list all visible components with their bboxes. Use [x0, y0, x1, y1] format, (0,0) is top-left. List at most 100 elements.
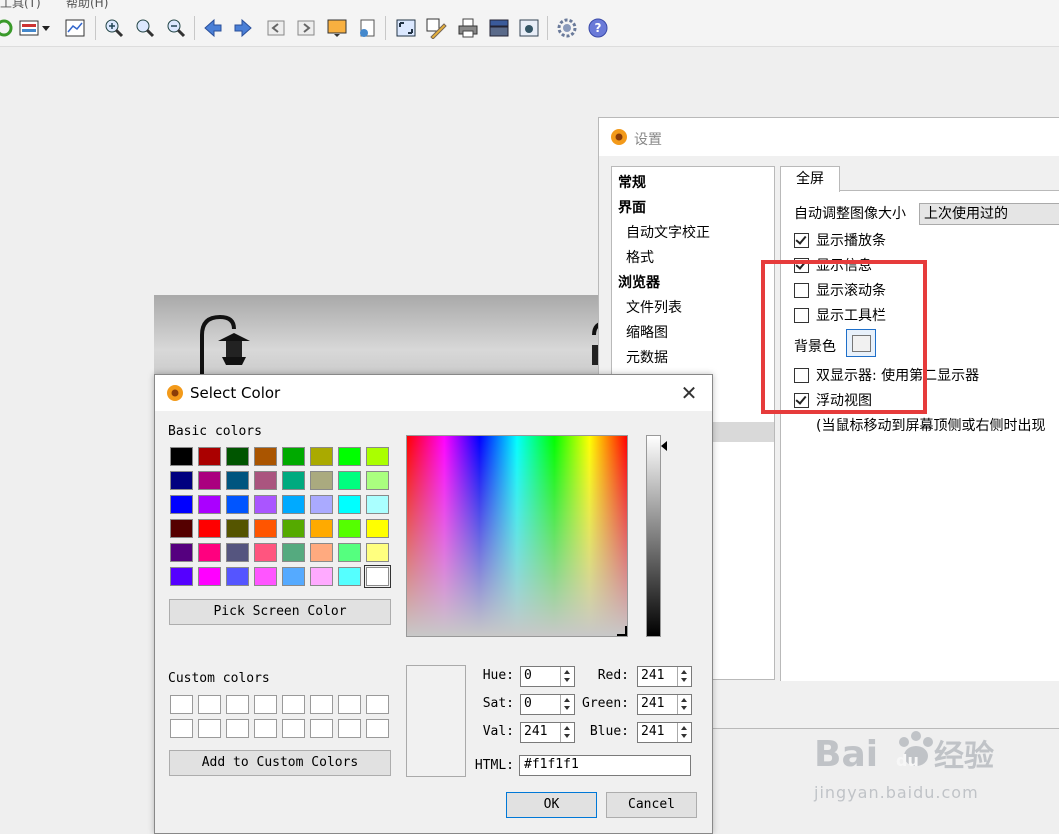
basic-color-swatch[interactable]: [338, 471, 361, 490]
basic-color-swatch[interactable]: [366, 543, 389, 562]
hue-spinbox[interactable]: 0: [520, 666, 575, 687]
custom-color-swatch[interactable]: [198, 695, 221, 714]
basic-color-swatch[interactable]: [198, 543, 221, 562]
basic-color-swatch[interactable]: [282, 495, 305, 514]
menu-help[interactable]: 帮助(H): [66, 0, 108, 10]
custom-color-swatch[interactable]: [282, 695, 305, 714]
custom-color-swatch[interactable]: [338, 719, 361, 738]
basic-color-swatch[interactable]: [282, 471, 305, 490]
basic-color-swatch[interactable]: [170, 567, 193, 586]
basic-color-swatch[interactable]: [198, 567, 221, 586]
tab-fullscreen[interactable]: 全屏: [780, 166, 840, 192]
green-spinbox[interactable]: 241: [637, 694, 692, 715]
basic-color-swatch[interactable]: [338, 447, 361, 466]
zoom-in-icon[interactable]: [102, 16, 126, 40]
show-playbar-checkbox[interactable]: [794, 233, 809, 248]
basic-color-swatch[interactable]: [282, 567, 305, 586]
basic-color-swatch[interactable]: [282, 543, 305, 562]
basic-color-swatch[interactable]: [226, 447, 249, 466]
page-back-icon[interactable]: [264, 16, 288, 40]
window-layout-icon[interactable]: [17, 16, 41, 40]
scanner-icon[interactable]: [487, 16, 511, 40]
category-file-list[interactable]: 文件列表: [626, 297, 682, 317]
basic-color-swatch[interactable]: [170, 519, 193, 538]
basic-color-swatch[interactable]: [310, 519, 333, 538]
blue-spinbox[interactable]: 241: [637, 722, 692, 743]
category-general[interactable]: 常规: [618, 172, 646, 192]
category-metadata[interactable]: 元数据: [626, 347, 668, 367]
custom-color-swatch[interactable]: [310, 695, 333, 714]
cancel-button[interactable]: Cancel: [606, 792, 697, 818]
basic-color-swatch[interactable]: [310, 495, 333, 514]
custom-color-swatch[interactable]: [366, 719, 389, 738]
arrow-right-icon[interactable]: [231, 16, 255, 40]
basic-color-swatch[interactable]: [254, 495, 277, 514]
basic-color-swatch[interactable]: [198, 471, 221, 490]
red-spinbox[interactable]: 241: [637, 666, 692, 687]
basic-color-swatch[interactable]: [366, 447, 389, 466]
file-info-icon[interactable]: [355, 16, 379, 40]
basic-color-swatch[interactable]: [254, 471, 277, 490]
custom-color-swatch[interactable]: [254, 719, 277, 738]
pick-screen-color-button[interactable]: Pick Screen Color: [169, 599, 391, 625]
edit-icon[interactable]: [424, 16, 448, 40]
custom-color-swatch[interactable]: [170, 695, 193, 714]
custom-color-swatch[interactable]: [338, 695, 361, 714]
basic-color-swatch[interactable]: [254, 543, 277, 562]
custom-color-swatch[interactable]: [310, 719, 333, 738]
basic-color-swatch[interactable]: [338, 567, 361, 586]
basic-color-swatch[interactable]: [170, 543, 193, 562]
menu-tools[interactable]: 工具(T): [0, 0, 41, 10]
html-color-input[interactable]: #f1f1f1: [519, 755, 691, 776]
basic-color-swatch[interactable]: [254, 519, 277, 538]
zoom-fit-icon[interactable]: [133, 16, 157, 40]
category-autocorrect[interactable]: 自动文字校正: [626, 222, 710, 242]
basic-color-swatch[interactable]: [226, 543, 249, 562]
slideshow-icon[interactable]: [325, 16, 349, 40]
auto-resize-select[interactable]: 上次使用过的: [919, 203, 1059, 225]
basic-color-swatch[interactable]: [170, 447, 193, 466]
camera-icon[interactable]: [517, 16, 541, 40]
custom-color-swatch[interactable]: [282, 719, 305, 738]
chart-icon[interactable]: [63, 16, 87, 40]
basic-color-swatch[interactable]: [254, 567, 277, 586]
custom-color-swatch[interactable]: [198, 719, 221, 738]
custom-color-swatch[interactable]: [366, 695, 389, 714]
print-icon[interactable]: [456, 16, 480, 40]
close-icon[interactable]: ✕: [675, 380, 703, 406]
custom-color-swatch[interactable]: [226, 719, 249, 738]
basic-color-swatch[interactable]: [226, 519, 249, 538]
basic-color-swatch[interactable]: [198, 495, 221, 514]
basic-color-swatch[interactable]: [364, 565, 391, 588]
color-spectrum-picker[interactable]: [406, 435, 628, 637]
ok-button[interactable]: OK: [506, 792, 597, 818]
basic-color-swatch[interactable]: [282, 447, 305, 466]
basic-color-swatch[interactable]: [310, 471, 333, 490]
basic-color-swatch[interactable]: [366, 519, 389, 538]
basic-color-swatch[interactable]: [226, 471, 249, 490]
basic-color-swatch[interactable]: [198, 519, 221, 538]
val-spinbox[interactable]: 241: [520, 722, 575, 743]
category-thumbnails[interactable]: 缩略图: [626, 322, 668, 342]
refresh-icon[interactable]: [0, 16, 16, 40]
basic-color-swatch[interactable]: [366, 471, 389, 490]
category-browser[interactable]: 浏览器: [618, 272, 660, 292]
luminance-slider[interactable]: [646, 435, 661, 637]
custom-color-swatch[interactable]: [254, 695, 277, 714]
dropdown-arrow-icon[interactable]: [40, 16, 52, 40]
arrow-left-icon[interactable]: [201, 16, 225, 40]
sat-spinbox[interactable]: 0: [520, 694, 575, 715]
basic-color-swatch[interactable]: [282, 519, 305, 538]
add-custom-colors-button[interactable]: Add to Custom Colors: [169, 750, 391, 776]
category-format[interactable]: 格式: [626, 247, 654, 267]
luminance-arrow-icon[interactable]: [661, 441, 667, 451]
basic-color-swatch[interactable]: [338, 543, 361, 562]
basic-color-swatch[interactable]: [226, 495, 249, 514]
basic-color-swatch[interactable]: [366, 495, 389, 514]
basic-color-swatch[interactable]: [198, 447, 221, 466]
page-forward-icon[interactable]: [294, 16, 318, 40]
category-interface[interactable]: 界面: [618, 197, 646, 217]
basic-color-swatch[interactable]: [338, 495, 361, 514]
basic-color-swatch[interactable]: [310, 543, 333, 562]
basic-color-swatch[interactable]: [170, 495, 193, 514]
